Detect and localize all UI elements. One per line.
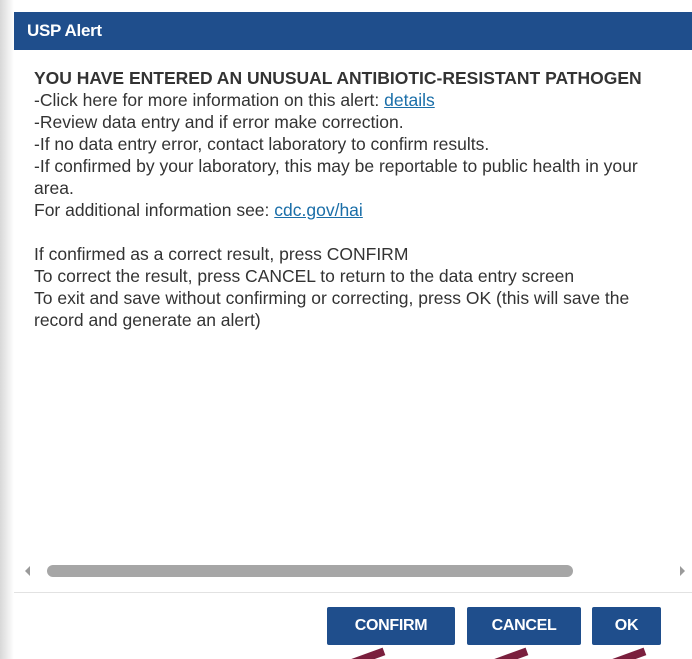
details-link[interactable]: details: [384, 90, 435, 110]
additional-info-line: For additional information see: cdc.gov/…: [34, 199, 674, 221]
dialog-message: YOU HAVE ENTERED AN UNUSUAL ANTIBIOTIC-R…: [34, 67, 674, 331]
cdc-hai-link[interactable]: cdc.gov/hai: [274, 200, 363, 220]
details-prefix: -Click here for more information on this…: [34, 90, 385, 110]
scroll-right-arrow-icon[interactable]: [680, 566, 685, 576]
alert-headline: YOU HAVE ENTERED AN UNUSUAL ANTIBIOTIC-R…: [34, 68, 642, 88]
ok-instruction: To exit and save without confirming or c…: [34, 288, 630, 330]
details-line: -Click here for more information on this…: [34, 89, 674, 111]
additional-prefix: For additional information see:: [34, 200, 275, 220]
dialog-backdrop: [0, 0, 14, 659]
ok-button[interactable]: OK: [592, 607, 661, 645]
reportable-line: -If confirmed by your laboratory, this m…: [34, 156, 638, 198]
confirm-button[interactable]: CONFIRM: [327, 607, 455, 645]
horizontal-scrollbar[interactable]: [14, 562, 692, 580]
cancel-instruction: To correct the result, press CANCEL to r…: [34, 266, 575, 286]
dialog-title: USP Alert: [14, 12, 692, 50]
scrollbar-thumb[interactable]: [47, 565, 573, 577]
contact-lab-line: -If no data entry error, contact laborat…: [34, 134, 490, 154]
scroll-left-arrow-icon[interactable]: [25, 566, 30, 576]
confirm-instruction: If confirmed as a correct result, press …: [34, 244, 409, 264]
usp-alert-dialog: USP Alert YOU HAVE ENTERED AN UNUSUAL AN…: [14, 4, 692, 659]
cancel-button[interactable]: CANCEL: [467, 607, 581, 645]
footer-divider: [14, 592, 692, 593]
review-line: -Review data entry and if error make cor…: [34, 112, 404, 132]
